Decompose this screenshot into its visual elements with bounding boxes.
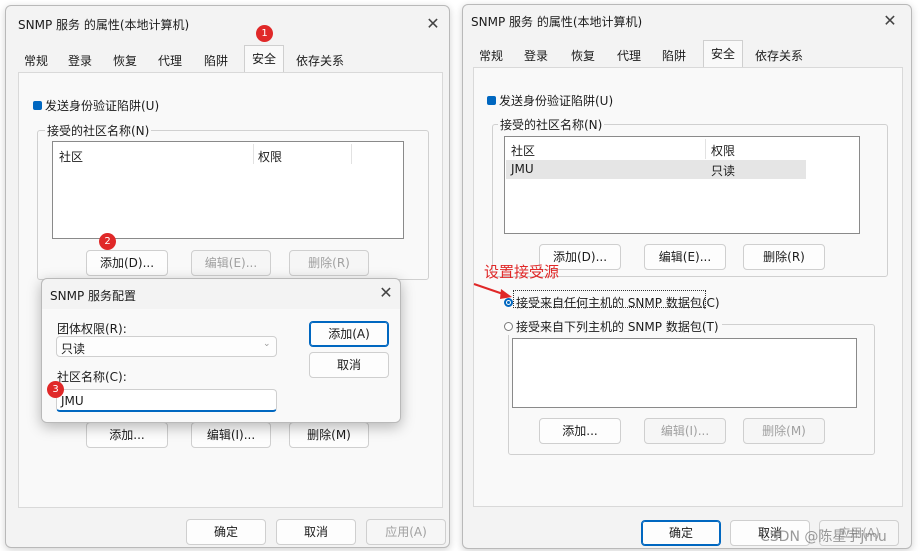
right-titlebar: SNMP 服务 的属性(本地计算机) ✕ (463, 5, 911, 41)
tab-traps[interactable]: 陷阱 (198, 48, 234, 72)
close-icon[interactable]: ✕ (419, 12, 447, 36)
edit-community-button[interactable]: 编辑(E)... (644, 244, 726, 270)
send-auth-trap-checkbox[interactable]: 发送身份验证陷阱(U) (33, 97, 159, 114)
annotation-arrow-icon (473, 283, 512, 299)
left-window-title: SNMP 服务 的属性(本地计算机) (18, 18, 190, 32)
close-icon[interactable]: ✕ (372, 281, 400, 305)
close-icon[interactable]: ✕ (876, 9, 904, 33)
remove-host-button[interactable]: 删除(M) (289, 422, 369, 448)
checkbox-checked-icon (487, 96, 496, 105)
rights-select[interactable]: 只读 ⌄ (56, 336, 277, 357)
send-auth-trap-label: 发送身份验证陷阱(U) (45, 99, 160, 113)
apply-button[interactable]: 应用(A) (366, 519, 446, 545)
tab-security[interactable]: 安全 (244, 45, 284, 73)
tab-traps[interactable]: 陷阱 (656, 43, 692, 67)
add-host-button[interactable]: 添加... (539, 418, 621, 444)
left-properties-window: SNMP 服务 的属性(本地计算机) ✕ 常规 登录 恢复 代理 陷阱 安全 依… (5, 5, 450, 548)
step-1-badge: 1 (256, 25, 273, 42)
column-community[interactable]: 社区 (511, 142, 535, 159)
column-divider (351, 144, 352, 164)
remove-community-button[interactable]: 删除(R) (743, 244, 825, 270)
column-divider (253, 144, 254, 164)
step-2-badge: 2 (99, 233, 116, 250)
radio-unselected-icon (504, 322, 513, 331)
remove-host-button[interactable]: 删除(M) (743, 418, 825, 444)
snmp-config-dialog: SNMP 服务配置 ✕ 团体权限(R): 只读 ⌄ 社区名称(C): JMU 添… (41, 278, 401, 423)
column-community[interactable]: 社区 (59, 148, 83, 165)
watermark: CSDN @陈星宇jmu (760, 529, 887, 545)
left-tab-bar: 常规 登录 恢复 代理 陷阱 安全 依存关系 (18, 45, 438, 73)
edit-host-button[interactable]: 编辑(I)... (191, 422, 271, 448)
tab-agent[interactable]: 代理 (611, 43, 647, 67)
remove-community-button[interactable]: 删除(R) (289, 250, 369, 276)
accepted-communities-label: 接受的社区名称(N) (498, 116, 605, 133)
right-window-title: SNMP 服务 的属性(本地计算机) (471, 15, 643, 29)
send-auth-trap-checkbox[interactable]: 发送身份验证陷阱(U) (487, 92, 613, 109)
annotation-label: 设置接受源 (484, 263, 560, 281)
focus-rectangle (513, 290, 706, 308)
column-rights[interactable]: 权限 (711, 142, 735, 159)
tab-recovery[interactable]: 恢复 (107, 48, 143, 72)
column-rights[interactable]: 权限 (258, 148, 282, 165)
cancel-button[interactable]: 取消 (276, 519, 356, 545)
community-name-label: 社区名称(C): (57, 370, 127, 384)
table-row[interactable]: JMU 只读 (506, 160, 806, 179)
dialog-cancel-button[interactable]: 取消 (309, 352, 389, 378)
tab-dependencies[interactable]: 依存关系 (751, 43, 807, 67)
accept-listed-hosts-label: 接受来自下列主机的 SNMP 数据包(T) (516, 320, 719, 334)
hosts-list[interactable] (512, 338, 857, 408)
accept-listed-hosts-radio[interactable]: 接受来自下列主机的 SNMP 数据包(T) (504, 318, 722, 335)
rights-label: 团体权限(R): (57, 322, 127, 336)
dialog-title: SNMP 服务配置 (50, 289, 136, 303)
tab-logon[interactable]: 登录 (518, 43, 554, 67)
row-rights: 只读 (711, 164, 736, 178)
tab-dependencies[interactable]: 依存关系 (292, 48, 348, 72)
checkbox-checked-icon (33, 101, 42, 110)
communities-list[interactable]: 社区 权限 JMU 只读 (504, 136, 860, 234)
row-community: JMU (511, 162, 534, 176)
communities-list[interactable]: 社区 权限 (52, 141, 404, 239)
tab-logon[interactable]: 登录 (62, 48, 98, 72)
ok-button[interactable]: 确定 (641, 520, 721, 546)
dialog-add-button[interactable]: 添加(A) (309, 321, 389, 347)
edit-host-button[interactable]: 编辑(I)... (644, 418, 726, 444)
ok-button[interactable]: 确定 (186, 519, 266, 545)
rights-select-value: 只读 (61, 342, 86, 356)
right-tab-bar: 常规 登录 恢复 代理 陷阱 安全 依存关系 (473, 40, 893, 68)
column-divider (705, 139, 706, 159)
tab-general[interactable]: 常规 (473, 43, 509, 67)
tab-general[interactable]: 常规 (18, 48, 54, 72)
add-host-button[interactable]: 添加... (86, 422, 168, 448)
send-auth-trap-label: 发送身份验证陷阱(U) (499, 94, 614, 108)
edit-community-button[interactable]: 编辑(E)... (191, 250, 271, 276)
tab-recovery[interactable]: 恢复 (565, 43, 601, 67)
right-security-panel: 发送身份验证陷阱(U) 接受的社区名称(N) 社区 权限 JMU 只读 添加(D… (473, 67, 903, 507)
tab-security[interactable]: 安全 (703, 40, 743, 68)
community-name-input[interactable]: JMU (56, 389, 277, 412)
tab-agent[interactable]: 代理 (152, 48, 188, 72)
step-3-badge: 3 (47, 381, 64, 398)
left-titlebar: SNMP 服务 的属性(本地计算机) ✕ (6, 6, 449, 42)
add-community-button[interactable]: 添加(D)... (86, 250, 168, 276)
accepted-communities-label: 接受的社区名称(N) (45, 122, 152, 139)
chevron-down-icon: ⌄ (263, 339, 271, 349)
community-name-value: JMU (61, 394, 84, 408)
